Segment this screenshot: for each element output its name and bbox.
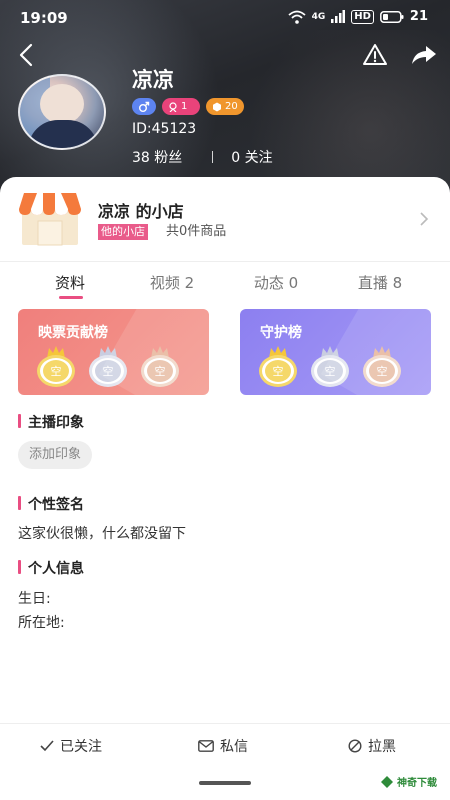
avatar[interactable] xyxy=(18,74,106,150)
stats-divider xyxy=(212,151,214,163)
tab-live[interactable]: 直播 8 xyxy=(330,272,430,293)
block-icon xyxy=(348,739,362,753)
contribution-slot-gold: 空 xyxy=(36,345,76,389)
contribution-board-title: 映票贡献榜 xyxy=(38,325,108,341)
level-badge: 1 xyxy=(162,98,200,115)
contribution-slot-silver: 空 xyxy=(88,345,128,389)
info-section-title: 个人信息 xyxy=(18,558,84,578)
empty-slot-label: 空 xyxy=(317,360,343,382)
message-label: 私信 xyxy=(220,739,248,755)
contribution-slot-bronze: 空 xyxy=(140,345,180,389)
gender-male-icon xyxy=(139,101,150,112)
empty-slot-label: 空 xyxy=(147,360,173,382)
status-icons: 4G HD 21 xyxy=(287,9,428,24)
profile-card: 凉凉 的小店 他的小店 共0件商品 资料 视频 2 动态 0 直播 8 映票贡献… xyxy=(0,177,450,800)
follow-stats: 38 粉丝 0 关注 xyxy=(132,147,273,167)
shop-title: 凉凉 的小店 xyxy=(98,202,184,221)
user-id: ID:45123 xyxy=(132,121,197,137)
status-time: 19:09 xyxy=(20,9,68,27)
report-button[interactable] xyxy=(362,42,388,68)
empty-slot-label: 空 xyxy=(43,360,69,382)
empty-slot-label: 空 xyxy=(95,360,121,382)
chevron-right-icon xyxy=(420,212,429,226)
message-button[interactable]: 私信 xyxy=(198,736,248,756)
wifi-icon xyxy=(287,10,306,24)
followed-label: 已关注 xyxy=(60,739,102,755)
empty-slot-label: 空 xyxy=(369,360,395,382)
guard-slot-gold: 空 xyxy=(258,345,298,389)
level-value: 1 xyxy=(181,101,188,112)
guard-slot-silver: 空 xyxy=(310,345,350,389)
profile-tabs: 资料 视频 2 动态 0 直播 8 xyxy=(0,262,450,300)
location-label: 所在地: xyxy=(18,615,65,631)
hexagon-icon xyxy=(213,102,221,111)
rank-badge: 20 xyxy=(206,98,244,115)
watermark: 神奇下载 xyxy=(380,774,437,789)
user-level-icon xyxy=(169,101,177,112)
empty-slot-label: 空 xyxy=(265,360,291,382)
watermark-text: 神奇下载 xyxy=(397,778,437,789)
profile-header: 19:09 4G HD 21 凉凉 1 20 ID:45123 38 粉丝 0 … xyxy=(0,0,450,200)
hd-icon: HD xyxy=(351,9,374,24)
tab-moments[interactable]: 动态 0 xyxy=(226,272,326,293)
contribution-board[interactable]: 映票贡献榜 空 空 空 xyxy=(18,309,209,395)
share-button[interactable] xyxy=(410,42,438,68)
guard-slot-bronze: 空 xyxy=(362,345,402,389)
followed-button[interactable]: 已关注 xyxy=(40,736,102,756)
tab-underline xyxy=(59,296,83,299)
user-badges: 1 20 xyxy=(132,98,244,115)
battery-icon xyxy=(379,10,404,23)
block-label: 拉黑 xyxy=(368,739,396,755)
share-icon xyxy=(412,46,436,64)
guard-board[interactable]: 守护榜 空 空 空 xyxy=(240,309,431,395)
shop-row[interactable]: 凉凉 的小店 他的小店 共0件商品 xyxy=(0,177,450,261)
warning-icon xyxy=(363,44,387,65)
add-impression-button[interactable]: 添加印象 xyxy=(18,441,93,469)
rank-value: 20 xyxy=(225,101,238,112)
watermark-logo-icon xyxy=(381,775,393,788)
shop-product-count: 共0件商品 xyxy=(166,224,227,239)
bottom-action-bar: 已关注 私信 拉黑 xyxy=(0,723,450,767)
block-button[interactable]: 拉黑 xyxy=(348,736,396,756)
back-arrow-icon xyxy=(19,43,33,67)
birthday-label: 生日: xyxy=(18,591,51,607)
impression-section-title: 主播印象 xyxy=(18,412,84,432)
shop-tag: 他的小店 xyxy=(98,224,148,240)
user-name: 凉凉 xyxy=(132,68,174,92)
home-indicator[interactable] xyxy=(199,781,251,785)
tab-info[interactable]: 资料 xyxy=(20,272,120,293)
signature-section-title: 个性签名 xyxy=(18,494,84,514)
signature-text: 这家伙很懒，什么都没留下 xyxy=(18,526,186,542)
tab-videos[interactable]: 视频 2 xyxy=(122,272,222,293)
following-count[interactable]: 0 关注 xyxy=(231,147,272,167)
mail-icon xyxy=(198,740,214,752)
gender-badge xyxy=(132,98,156,115)
crown-icon xyxy=(373,346,391,358)
fans-count[interactable]: 38 粉丝 xyxy=(132,147,182,167)
status-bar: 19:09 4G HD 21 xyxy=(0,0,450,36)
battery-level: 21 xyxy=(409,9,428,24)
shop-awning-icon xyxy=(19,193,81,246)
signal-icon xyxy=(331,10,346,23)
guard-board-title: 守护榜 xyxy=(260,325,302,341)
network-label: 4G xyxy=(311,11,326,22)
check-icon xyxy=(40,740,54,752)
back-button[interactable] xyxy=(14,42,40,68)
crown-icon xyxy=(151,346,169,358)
